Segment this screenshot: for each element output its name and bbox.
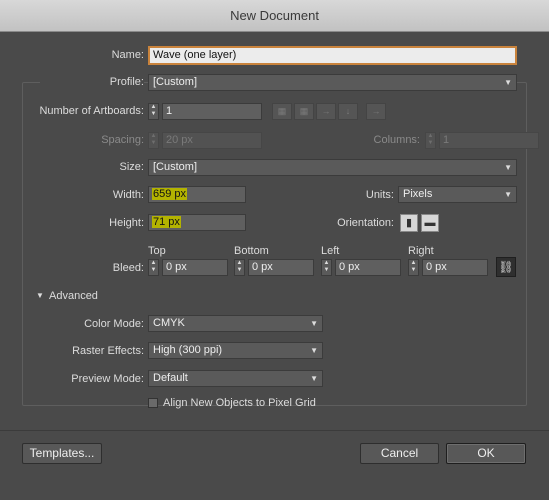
height-input[interactable]: 71 px (148, 214, 246, 231)
raster-effects-select[interactable]: High (300 ppi) ▼ (148, 342, 323, 359)
color-mode-label: Color Mode: (84, 318, 144, 330)
height-value: 71 px (152, 216, 181, 228)
width-label: Width: (112, 189, 144, 201)
spin-down-icon: ▼ (410, 267, 417, 273)
name-label: Name: (111, 49, 144, 61)
bleed-top-label: Top (148, 245, 166, 257)
bleed-top-stepper[interactable]: ▲ ▼ (148, 259, 159, 276)
disclosure-triangle-icon[interactable]: ▼ (36, 288, 44, 304)
chevron-down-icon: ▼ (504, 78, 512, 87)
width-input[interactable]: 659 px (148, 186, 246, 203)
footer-divider (0, 430, 549, 431)
spin-up-icon: ▲ (150, 260, 157, 266)
bleed-left-label: Left (321, 245, 340, 257)
size-select[interactable]: [Custom] ▼ (148, 159, 517, 176)
bleed-bottom-stepper[interactable]: ▲ ▼ (234, 259, 245, 276)
spacing-stepper: ▲ ▼ (148, 132, 159, 149)
landscape-orientation-icon[interactable]: ▬ (421, 214, 439, 232)
cancel-button[interactable]: Cancel (360, 443, 439, 464)
align-pixel-grid-label[interactable]: Align New Objects to Pixel Grid (163, 395, 316, 411)
width-value: 659 px (152, 188, 188, 200)
bleed-left-stepper[interactable]: ▲ ▼ (321, 259, 332, 276)
preview-mode-label: Preview Mode: (71, 373, 144, 385)
units-select[interactable]: Pixels ▼ (398, 186, 517, 203)
templates-button[interactable]: Templates... (22, 443, 102, 464)
bleed-bottom-label: Bottom (234, 245, 269, 257)
columns-input: 1 (439, 132, 539, 149)
chevron-down-icon: ▼ (310, 319, 318, 328)
bleed-right-input[interactable]: 0 px (422, 259, 488, 276)
artboards-label: Number of Artboards: (39, 105, 144, 117)
name-input[interactable]: Wave (one layer) (148, 46, 517, 65)
bleed-right-stepper[interactable]: ▲ ▼ (408, 259, 419, 276)
spin-down-icon: ▼ (236, 267, 243, 273)
chevron-down-icon: ▼ (504, 190, 512, 199)
color-mode-select[interactable]: CMYK ▼ (148, 315, 323, 332)
spin-down-icon: ▼ (323, 267, 330, 273)
spin-up-icon: ▲ (150, 133, 157, 139)
arrange-by-column-icon[interactable]: ↓ (338, 103, 358, 120)
chevron-down-icon: ▼ (504, 163, 512, 172)
profile-select-value: [Custom] (153, 76, 198, 88)
artboards-stepper[interactable]: ▲ ▼ (148, 103, 159, 120)
artboards-input[interactable]: 1 (162, 103, 262, 120)
chevron-down-icon: ▼ (310, 374, 318, 383)
window-title: New Document (230, 8, 319, 23)
grid-by-row-icon[interactable]: ▦ (272, 103, 292, 120)
bleed-top-input[interactable]: 0 px (162, 259, 228, 276)
bleed-left-input[interactable]: 0 px (335, 259, 401, 276)
spin-down-icon: ▼ (150, 267, 157, 273)
advanced-toggle[interactable]: Advanced (49, 288, 102, 304)
bleed-bottom-input[interactable]: 0 px (248, 259, 314, 276)
spacing-label: Spacing: (101, 134, 144, 146)
align-pixel-grid-checkbox[interactable] (148, 398, 158, 408)
spin-down-icon: ▼ (150, 111, 157, 117)
spin-up-icon: ▲ (236, 260, 243, 266)
orientation-label: Orientation: (337, 217, 394, 229)
right-to-left-icon[interactable]: → (366, 103, 386, 120)
profile-select[interactable]: [Custom] ▼ (148, 74, 517, 91)
bleed-right-label: Right (408, 245, 434, 257)
spin-down-icon: ▼ (427, 140, 434, 146)
profile-label: Profile: (40, 74, 144, 90)
raster-effects-label: Raster Effects: (72, 345, 144, 357)
spin-up-icon: ▲ (323, 260, 330, 266)
height-label: Height: (109, 217, 144, 229)
spacing-input: 20 px (162, 132, 262, 149)
preview-mode-value: Default (153, 372, 188, 384)
spin-down-icon: ▼ (150, 140, 157, 146)
title-bar: New Document (0, 0, 549, 32)
columns-label: Columns: (373, 134, 420, 146)
preview-mode-select[interactable]: Default ▼ (148, 370, 323, 387)
size-label: Size: (119, 161, 144, 173)
ok-button[interactable]: OK (446, 443, 526, 464)
portrait-orientation-icon[interactable]: ▮ (400, 214, 418, 232)
bleed-label: Bleed: (112, 262, 144, 274)
spin-up-icon: ▲ (150, 104, 157, 110)
link-icon[interactable]: ⛓ (496, 257, 516, 277)
chevron-down-icon: ▼ (310, 346, 318, 355)
columns-stepper: ▲ ▼ (425, 132, 436, 149)
size-select-value: [Custom] (153, 161, 198, 173)
arrange-by-row-icon[interactable]: → (316, 103, 336, 120)
spin-up-icon: ▲ (427, 133, 434, 139)
raster-effects-value: High (300 ppi) (153, 344, 223, 356)
spin-up-icon: ▲ (410, 260, 417, 266)
color-mode-value: CMYK (153, 317, 185, 329)
units-label: Units: (365, 189, 394, 201)
grid-by-column-icon[interactable]: ▦ (294, 103, 314, 120)
units-select-value: Pixels (403, 188, 433, 200)
